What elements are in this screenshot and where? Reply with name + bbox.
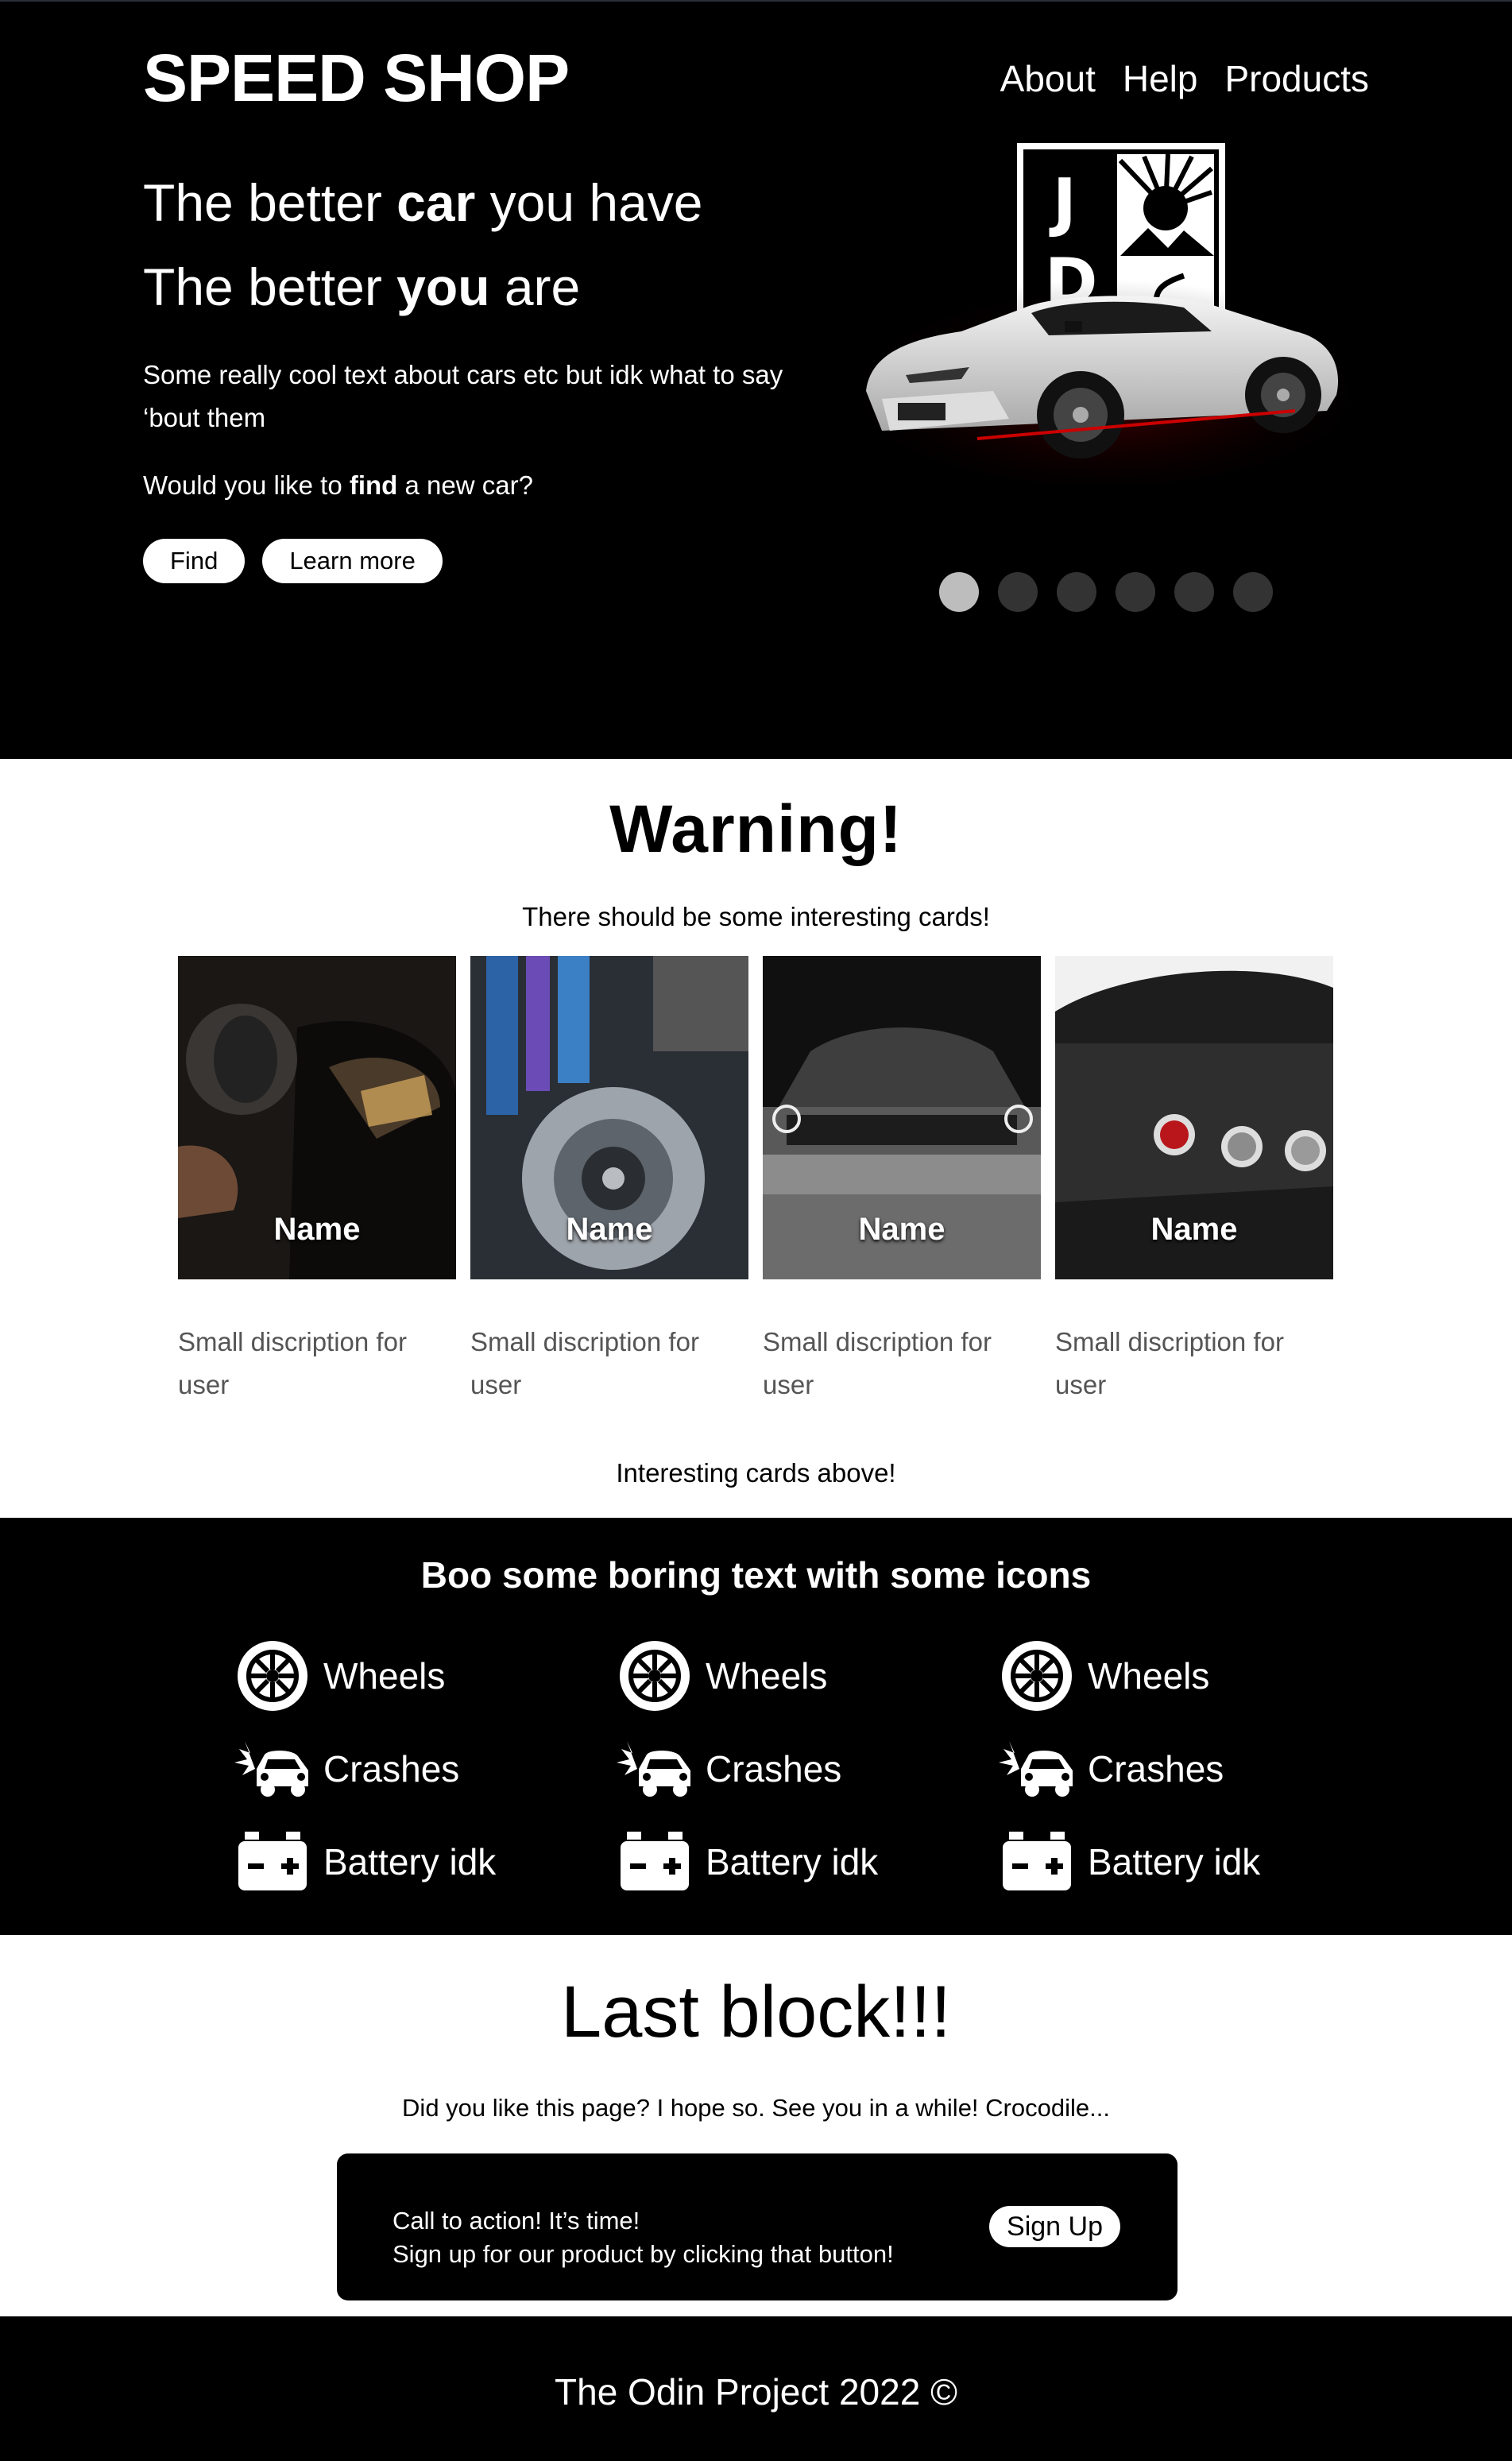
list-item: Wheels: [233, 1629, 615, 1722]
battery-icon: [233, 1822, 312, 1902]
page-footer: The Odin Project 2022 ©: [0, 2316, 1512, 2461]
card-description: Small discription for user: [1055, 1327, 1284, 1399]
carousel-dot-3[interactable]: [1057, 572, 1096, 612]
headline-line-1: The better car you have: [143, 173, 703, 232]
icon-label: Wheels: [323, 1654, 446, 1697]
icon-label: Wheels: [706, 1654, 828, 1697]
card-name: Name: [566, 1212, 653, 1247]
list-item: Wheels: [997, 1629, 1379, 1722]
nav-products[interactable]: Products: [1224, 57, 1369, 100]
card-name: Name: [273, 1212, 361, 1247]
wheel-icon: [997, 1636, 1077, 1716]
card-description: Small discription for user: [178, 1327, 407, 1399]
icon-label: Battery idk: [706, 1840, 879, 1883]
card-2[interactable]: Name Small discription for user: [470, 956, 748, 1407]
footer-text: The Odin Project 2022 ©: [555, 2371, 957, 2413]
cards-section: Warning! There should be some interestin…: [0, 759, 1512, 1518]
carousel-dots: [939, 572, 1273, 612]
cta-line-2: Sign up for our product by clicking that…: [393, 2240, 894, 2268]
list-item: Crashes: [615, 1722, 997, 1815]
card-3[interactable]: Name Small discription for user: [763, 956, 1041, 1407]
card-name: Name: [858, 1212, 945, 1247]
cards-footer-note: Interesting cards above!: [616, 1458, 896, 1488]
find-button[interactable]: Find: [143, 539, 246, 583]
icon-label: Crashes: [323, 1747, 460, 1790]
card-name: Name: [1150, 1212, 1238, 1247]
list-item: Battery idk: [997, 1815, 1379, 1908]
icon-column-3: Wheels Crashes Battery idk: [997, 1629, 1379, 1908]
icon-label: Crashes: [706, 1747, 842, 1790]
nav-about[interactable]: About: [1000, 57, 1096, 100]
hero-car-image: J D: [850, 143, 1359, 486]
icon-label: Battery idk: [1088, 1840, 1261, 1883]
card-description: Small discription for user: [470, 1327, 699, 1399]
crash-icon: [615, 1729, 694, 1809]
icon-column-2: Wheels Crashes Battery idk: [615, 1629, 997, 1908]
last-section: Last block!!! Did you like this page? I …: [0, 1935, 1512, 2316]
carousel-dot-2[interactable]: [998, 572, 1038, 612]
list-item: Battery idk: [615, 1815, 997, 1908]
icon-column-1: Wheels Crashes Battery idk: [233, 1629, 615, 1908]
headline-line-2: The better you are: [143, 257, 581, 316]
card-description: Small discription for user: [763, 1327, 992, 1399]
list-item: Wheels: [615, 1629, 997, 1722]
icon-label: Crashes: [1088, 1747, 1224, 1790]
card-4[interactable]: Name Small discription for user: [1055, 956, 1333, 1407]
battery-icon: [615, 1822, 694, 1902]
carousel-dot-4[interactable]: [1116, 572, 1155, 612]
icon-label: Battery idk: [323, 1840, 497, 1883]
site-logo[interactable]: SPEED SHOP: [143, 40, 570, 117]
icon-label: Wheels: [1088, 1654, 1210, 1697]
nav-help[interactable]: Help: [1123, 57, 1198, 100]
svg-text:J: J: [1049, 165, 1077, 239]
hero-section: SPEED SHOP About Help Products The bette…: [0, 0, 1512, 759]
last-section-title: Last block!!!: [561, 1972, 951, 2053]
cards-section-subtitle: There should be some interesting cards!: [522, 902, 990, 931]
carousel-dot-1[interactable]: [939, 572, 979, 612]
hero-buttons: Find Learn more: [143, 539, 443, 583]
sign-up-button[interactable]: Sign Up: [989, 2206, 1120, 2247]
cards-section-title: Warning!: [609, 791, 903, 866]
call-to-action-box: Call to action! It’s time! Sign up for o…: [337, 2153, 1178, 2300]
icon-columns: Wheels Crashes Battery idk Wheels Crashe…: [233, 1629, 1379, 1908]
card-image: Name: [470, 956, 748, 1279]
card-1[interactable]: Name Small discription for user: [178, 956, 456, 1407]
carousel-dot-5[interactable]: [1174, 572, 1214, 612]
list-item: Crashes: [997, 1722, 1379, 1815]
carousel-dot-6[interactable]: [1233, 572, 1273, 612]
card-image: Name: [763, 956, 1041, 1279]
crash-icon: [997, 1729, 1077, 1809]
list-item: Crashes: [233, 1722, 615, 1815]
hero-headline: The better car you have The better you a…: [143, 161, 703, 329]
crash-icon: [233, 1729, 312, 1809]
wheel-icon: [615, 1636, 694, 1716]
list-item: Battery idk: [233, 1815, 615, 1908]
card-image: Name: [178, 956, 456, 1279]
hero-question: Would you like to find a new car?: [143, 470, 533, 500]
hero-paragraph: Some really cool text about cars etc but…: [143, 360, 783, 432]
card-list: Name Small discription for user Name Sma…: [178, 956, 1333, 1407]
card-image: Name: [1055, 956, 1333, 1279]
main-nav: About Help Products: [1000, 57, 1369, 100]
cta-line-1: Call to action! It’s time!: [393, 2207, 640, 2235]
learn-more-button[interactable]: Learn more: [262, 539, 443, 583]
battery-icon: [997, 1822, 1077, 1902]
icons-section: Boo some boring text with some icons Whe…: [0, 1518, 1512, 1935]
last-section-subtitle: Did you like this page? I hope so. See y…: [402, 2094, 1110, 2122]
cta-text: Call to action! It’s time! Sign up for o…: [393, 2204, 894, 2271]
icons-section-title: Boo some boring text with some icons: [420, 1554, 1092, 1596]
wheel-icon: [233, 1636, 312, 1716]
